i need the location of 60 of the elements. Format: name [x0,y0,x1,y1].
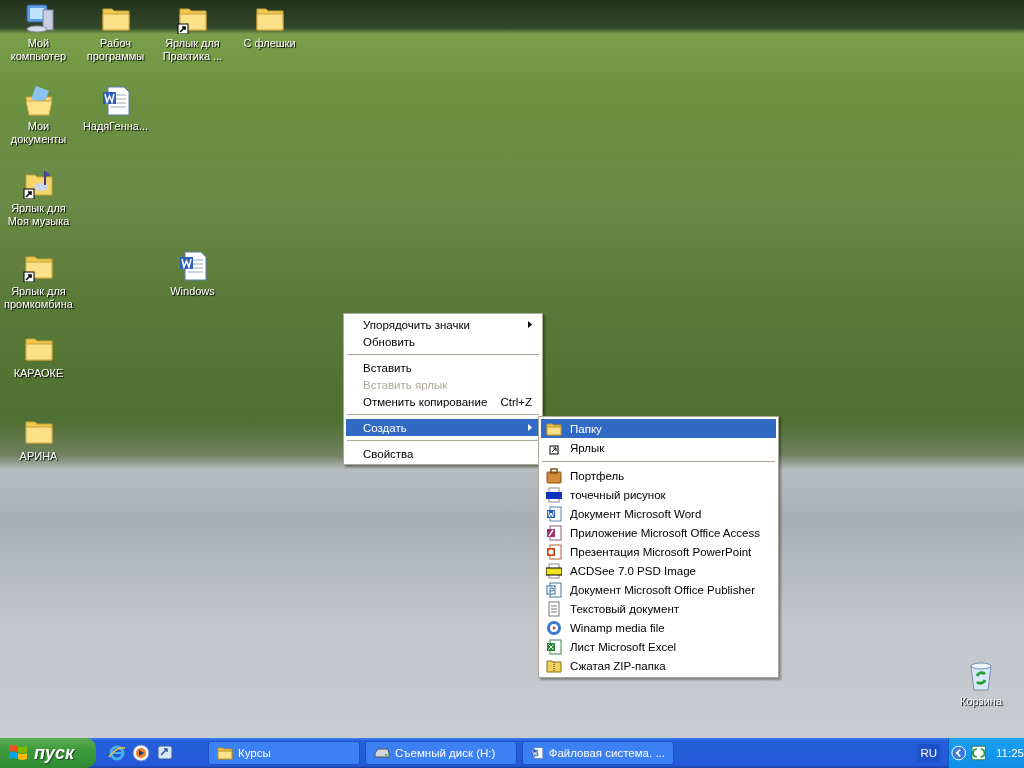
publication-document-icon [546,581,562,598]
menu-item[interactable]: Документ Microsoft Office Publisher [541,580,776,599]
tray-app-icon[interactable] [970,745,987,761]
menu-item[interactable]: Документ Microsoft Word [541,504,776,523]
zip-folder-icon [546,657,562,674]
taskbar-button[interactable]: Курсы [208,741,360,765]
text-document-icon [546,600,562,617]
submenu-arrow-icon [528,424,532,431]
menu-item[interactable]: Ярлык [541,438,776,457]
media-player-icon[interactable] [132,744,150,762]
clock[interactable]: 11:25 [996,747,1024,759]
presentation-document-icon [546,543,562,560]
menu-item[interactable]: Обновить [346,333,540,350]
desktop-icon-label[interactable]: АРИНА [19,449,58,463]
menu-item[interactable]: точечный рисунок [541,485,776,504]
menu-item[interactable]: Презентация Microsoft PowerPoint [541,542,776,561]
menu-item[interactable]: Вставить [346,359,540,376]
menu-item[interactable]: Упорядочить значки [346,316,540,333]
menu-item[interactable]: Отменить копирование Ctrl+Z [346,393,540,410]
documents-folder-icon[interactable] [22,84,55,117]
desktop-icon-label[interactable]: Мои документы [0,119,77,146]
media-file-icon [546,619,562,636]
chevron-icon[interactable] [951,745,967,761]
briefcase-icon [546,467,562,484]
menu-item[interactable]: Портфель [541,466,776,485]
submenu-arrow-icon [528,321,532,328]
desktop-icon-label[interactable]: Ярлык для Моя музыка [0,202,77,228]
menu-item[interactable]: Приложение Microsoft Office Access [541,523,776,542]
start-button[interactable]: пуск [0,738,96,768]
language-indicator[interactable]: RU [917,744,940,762]
desktop-icon-label[interactable]: КАРАОКЕ [13,367,64,380]
desktop-icon-label[interactable]: Рабоч программы [77,37,154,63]
menu-item[interactable]: ACDSee 7.0 PSD Image [541,561,776,580]
desktop-icon-label[interactable]: Мой компьютер [0,37,77,63]
folder-icon [546,420,562,437]
menu-item[interactable]: Создать [346,419,540,436]
menu-item[interactable]: Сжатая ZIP-папка [541,656,776,675]
menu-item[interactable]: Папку [541,419,776,438]
browser-icon[interactable] [108,744,126,762]
drive-icon [374,745,390,761]
image-file-icon [546,562,562,579]
menu-item[interactable]: Свойства [346,445,540,462]
database-document-icon [546,524,562,541]
desktop-icon-label[interactable]: НадяГенна... [82,119,149,133]
taskbar-button[interactable]: Съемный диск (H:) [365,741,517,765]
desktop-icon-label[interactable]: Windows [170,284,215,298]
taskbar-button[interactable]: Файловая система. ... [522,741,674,765]
desktop-icon-label[interactable]: Ярлык для промкомбина [0,284,77,311]
menu-item[interactable]: Текстовый документ [541,599,776,618]
menu-item[interactable]: Лист Microsoft Excel [541,637,776,656]
word-document-icon [546,505,562,522]
spreadsheet-document-icon [546,638,562,655]
desktop-icon-label[interactable]: Ярлык для Практика ... [154,37,231,63]
word-document-icon [531,745,544,761]
folder-icon [217,745,233,761]
menu-item[interactable]: Winamp media file [541,618,776,637]
desktop-icon-label[interactable]: С флешки [243,37,296,50]
desktop-shortcut-icon[interactable] [156,744,174,762]
windows-flag-icon [8,744,28,762]
image-file-icon [546,486,562,503]
